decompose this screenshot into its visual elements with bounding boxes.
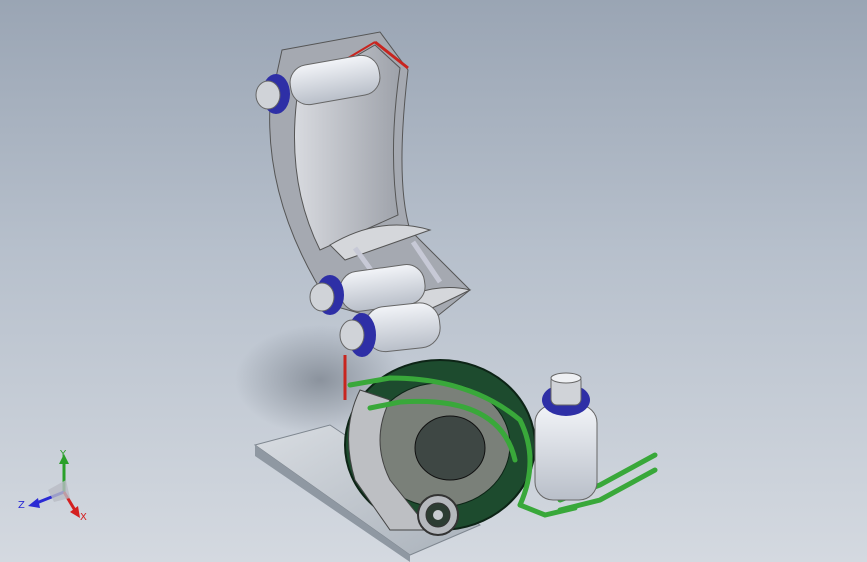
bottle-upright[interactable] — [534, 372, 598, 501]
graphics-viewport[interactable]: Y Z X — [0, 0, 867, 562]
3d-model-canvas[interactable] — [0, 0, 867, 562]
orientation-triad[interactable]: Y Z X — [10, 449, 100, 530]
y-axis-label: Y — [59, 450, 67, 460]
star-gear[interactable] — [417, 494, 459, 536]
z-axis-label: Z — [18, 500, 25, 511]
x-axis-label: X — [80, 512, 87, 523]
